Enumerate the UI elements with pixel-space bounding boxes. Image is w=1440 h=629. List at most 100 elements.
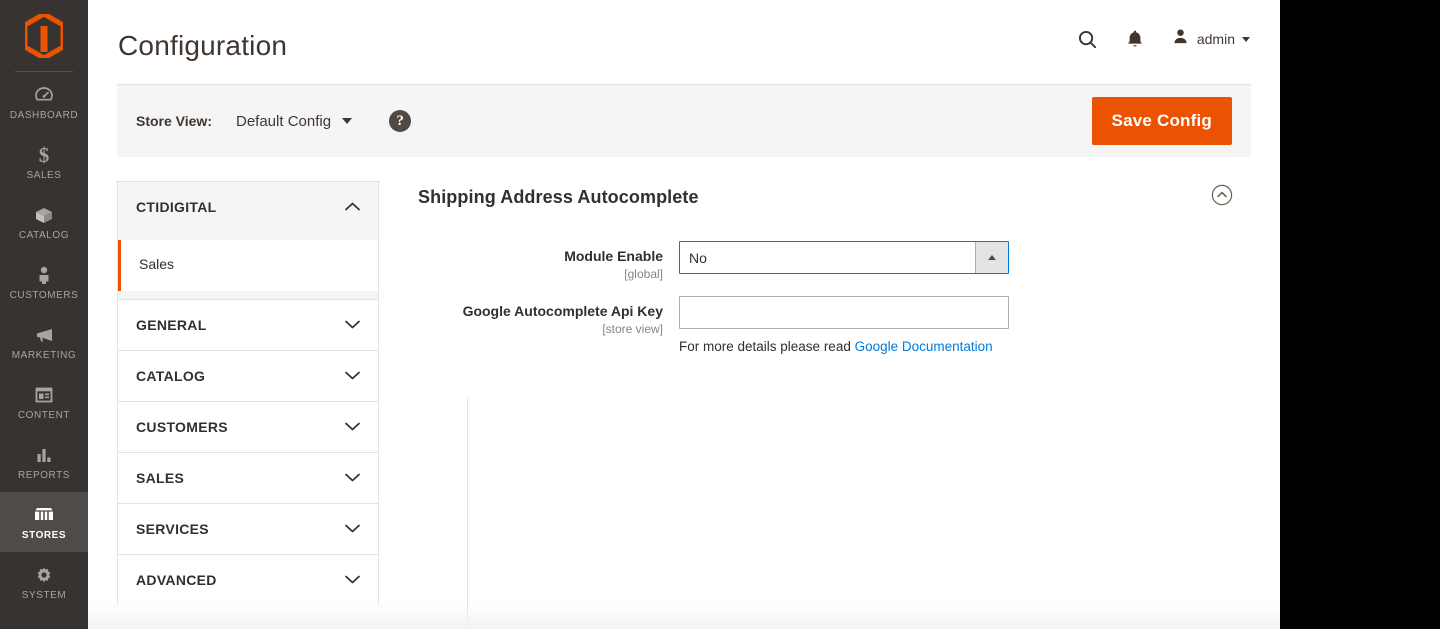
config-section-header-sales[interactable]: SALES [117,452,379,503]
megaphone-icon [32,323,56,347]
user-avatar-icon [1171,27,1190,51]
config-section-general: GENERAL [117,299,379,350]
svg-text:$: $ [39,143,50,167]
section-title: Shipping Address Autocomplete [418,187,699,207]
admin-sidebar: Dashboard $ Sales Catalog Customers Mark… [0,0,88,629]
config-section-title: CTIDIGITAL [136,199,217,215]
field-scope-text: [store view] [602,322,663,336]
form-row-module-enable: Module Enable [global] No [409,241,1251,282]
gear-icon [32,563,56,587]
config-subitem-sales[interactable]: Sales [118,240,378,291]
admin-user-menu[interactable]: admin [1171,27,1250,51]
chevron-down-icon [345,367,360,385]
sidebar-item-customers[interactable]: Customers [0,252,88,312]
config-section-customers: CUSTOMERS [117,401,379,452]
config-section-header-services[interactable]: SERVICES [117,503,379,554]
module-enable-select[interactable]: No [679,241,1009,274]
store-view-value: Default Config [236,112,332,130]
config-section-title: CATALOG [136,368,206,384]
config-section-header-catalog[interactable]: CATALOG [117,350,379,401]
admin-user-name: admin [1196,31,1235,47]
chevron-down-icon [345,316,360,334]
sidebar-item-stores[interactable]: Stores [0,492,88,552]
search-icon[interactable] [1076,28,1099,51]
form-row-api-key: Google Autocomplete Api Key [store view]… [409,296,1251,356]
field-control-module-enable: No [679,241,1251,274]
config-section-header-general[interactable]: GENERAL [117,299,379,350]
field-note-text: For more details please read [679,339,855,354]
field-control-api-key: For more details please read Google Docu… [679,296,1251,356]
storefront-icon [31,503,57,527]
field-note-api-key: For more details please read Google Docu… [679,338,1251,356]
config-section-title: ADVANCED [136,572,217,588]
field-label-text: Module Enable [564,248,663,264]
chevron-down-icon [345,418,360,436]
config-section-ctidigital: CTIDIGITAL Sales [117,181,379,299]
config-section-header-ctidigital[interactable]: CTIDIGITAL [117,181,379,232]
google-autocomplete-api-key-input[interactable] [679,296,1009,329]
main-content: CTIDIGITAL Sales GENERAL CATALOG CUSTOME… [117,181,1251,605]
person-icon [32,263,56,287]
sidebar-item-marketing[interactable]: Marketing [0,312,88,372]
box-icon [32,203,56,227]
triangle-up-icon [988,255,996,260]
module-enable-dropdown-button[interactable] [975,242,1008,273]
sidebar-item-content[interactable]: Content [0,372,88,432]
config-section-header-customers[interactable]: CUSTOMERS [117,401,379,452]
sidebar-label: Customers [9,289,79,301]
header-divider [117,84,1251,85]
store-view-label: Store View: [136,113,212,129]
config-section-advanced: ADVANCED [117,554,379,605]
sidebar-label: Reports [17,469,70,481]
sidebar-label: Sales [26,169,62,181]
magento-logo-icon [25,14,63,58]
circle-chevron-up-icon[interactable] [1211,184,1233,211]
sidebar-label: Stores [21,529,67,541]
google-documentation-link[interactable]: Google Documentation [855,339,993,354]
field-label-module-enable: Module Enable [global] [409,241,679,282]
config-section-title: CUSTOMERS [136,419,228,435]
bell-icon[interactable] [1125,28,1145,50]
config-subitem-label: Sales [139,256,175,272]
header-tools: admin [1076,0,1250,51]
page-header: Configuration admin [88,0,1280,85]
store-view-bar: Store View: Default Config ? Save Config [117,85,1251,157]
dashboard-icon [32,83,56,107]
chevron-down-icon [345,571,360,589]
caret-down-icon [1242,36,1250,42]
sidebar-item-catalog[interactable]: Catalog [0,192,88,252]
save-config-button[interactable]: Save Config [1091,97,1232,145]
config-subitems: Sales [117,232,379,299]
sidebar-item-system[interactable]: System [0,552,88,612]
screen: Dashboard $ Sales Catalog Customers Mark… [0,0,1440,629]
config-section-title: SALES [136,470,185,486]
sidebar-label: Content [17,409,71,421]
module-enable-value: No [689,249,707,266]
page-body: Configuration admin Store View: Default … [88,0,1280,629]
page-title: Configuration [118,30,288,61]
form-rows: Module Enable [global] No Google Autocom… [409,241,1251,356]
page-bottom-fade [88,603,1280,629]
config-nav-divider [467,398,468,629]
configuration-nav: CTIDIGITAL Sales GENERAL CATALOG CUSTOME… [117,181,379,605]
caret-down-icon [342,118,353,124]
sidebar-item-reports[interactable]: Reports [0,432,88,492]
sidebar-label: Dashboard [9,109,79,121]
chevron-down-icon [345,520,360,538]
section-header: Shipping Address Autocomplete [409,184,1251,211]
sidebar-item-sales[interactable]: $ Sales [0,132,88,192]
help-icon[interactable]: ? [389,110,412,132]
config-section-header-advanced[interactable]: ADVANCED [117,554,379,605]
config-section-services: SERVICES [117,503,379,554]
magento-logo[interactable] [0,0,88,72]
sidebar-label: System [21,589,67,601]
dollar-icon: $ [32,143,56,167]
sidebar-label: Marketing [11,349,77,361]
layout-icon [32,383,56,407]
chevron-up-icon [345,198,360,216]
sidebar-label: Catalog [18,229,70,241]
store-view-select[interactable]: Default Config [236,112,353,130]
field-scope-text: [global] [624,267,663,281]
field-label-api-key: Google Autocomplete Api Key [store view] [409,296,679,337]
sidebar-item-dashboard[interactable]: Dashboard [0,72,88,132]
